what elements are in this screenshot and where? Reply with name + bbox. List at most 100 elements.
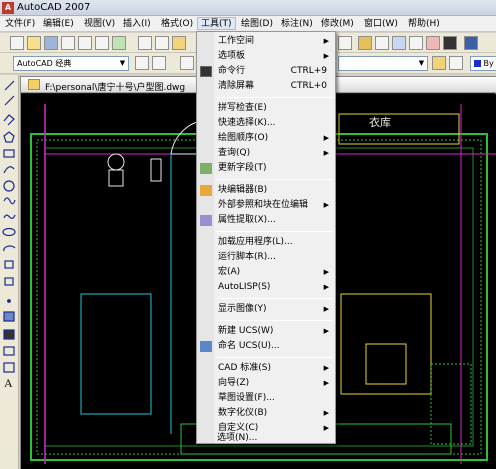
arc-icon	[3, 166, 15, 174]
open-icon[interactable]	[27, 36, 41, 50]
toilet-fixture	[107, 153, 125, 171]
workspace-save-icon[interactable]	[152, 56, 166, 70]
menu-item-label: 工作空间	[218, 36, 255, 46]
room-label: 衣库	[369, 116, 391, 129]
menu-item-label: 数字化仪(B)	[218, 408, 268, 418]
menu-item-options[interactable]: 选项(N)...	[196, 431, 334, 446]
menu-item-label: 更新字段(T)	[218, 163, 267, 173]
sheet-set-icon[interactable]	[409, 36, 423, 50]
make-block-icon	[4, 277, 14, 286]
menu-item-label: 草图设置(F)...	[218, 393, 275, 403]
layer-previous-icon[interactable]	[449, 56, 463, 70]
submenu-arrow-icon: ▶	[323, 327, 329, 335]
menu-item-label: 宏(A)	[218, 267, 241, 277]
menu-item-load-application[interactable]: 加载应用程序(L)...	[197, 235, 335, 250]
menu-separator	[217, 357, 333, 358]
update-fields-icon	[200, 163, 212, 174]
menu-item-command-line[interactable]: 命令行 CTRL+9	[197, 64, 335, 79]
menu-item-label: 清除屏幕	[218, 81, 255, 91]
menu-item-new-ucs[interactable]: 新建 UCS(W) ▶	[197, 324, 335, 339]
paste-icon[interactable]	[172, 36, 186, 50]
menu-item-update-fields[interactable]: 更新字段(T)	[197, 161, 335, 176]
draw-toolbar: A	[0, 75, 19, 469]
workspace-settings-icon[interactable]	[135, 56, 149, 70]
menu-item-workspaces[interactable]: 工作空间 ▶	[197, 34, 335, 49]
menu-tools[interactable]: 工具(T)	[197, 17, 236, 30]
menu-item-spelling[interactable]: 拼写检查(E)	[197, 101, 335, 116]
zoom-icon[interactable]	[338, 36, 352, 50]
tool-palettes-icon[interactable]	[392, 36, 406, 50]
menu-modify[interactable]: 修改(M)	[318, 18, 357, 31]
menu-separator	[217, 97, 333, 98]
workspace-combo[interactable]: AutoCAD 经典 ▼	[13, 56, 129, 71]
submenu-arrow-icon: ▶	[323, 201, 329, 209]
menu-item-label: AutoLISP(S)	[218, 282, 271, 292]
calculator-icon[interactable]	[443, 36, 457, 50]
menu-item-macro[interactable]: 宏(A) ▶	[197, 265, 335, 280]
menu-item-palettes[interactable]: 选项板 ▶	[197, 49, 335, 64]
menu-item-block-editor[interactable]: 块编辑器(B)	[197, 183, 335, 198]
save-icon[interactable]	[44, 36, 58, 50]
menu-window[interactable]: 窗口(W)	[361, 18, 401, 31]
submenu-arrow-icon: ▶	[323, 283, 329, 291]
menu-item-label: 显示图像(Y)	[218, 304, 267, 314]
submenu-arrow-icon: ▶	[323, 52, 329, 60]
menu-draw[interactable]: 绘图(D)	[238, 18, 276, 31]
submenu-arrow-icon: ▶	[323, 268, 329, 276]
menu-item-cad-standards[interactable]: CAD 标准(S) ▶	[197, 361, 335, 376]
layer-combo[interactable]: ▼	[338, 56, 428, 71]
menu-item-label: 外部参照和块在位编辑	[218, 200, 309, 210]
color-swatch	[474, 60, 481, 67]
menu-item-label: 查询(Q)	[218, 148, 251, 158]
menu-insert[interactable]: 插入(I)	[120, 18, 154, 31]
menu-item-draw-order[interactable]: 绘图顺序(O) ▶	[197, 131, 335, 146]
menu-item-attribute-extract[interactable]: 属性提取(X)...	[197, 213, 335, 228]
menu-edit[interactable]: 编辑(E)	[40, 18, 77, 31]
autocad-app-icon[interactable]: A	[2, 2, 14, 14]
make-current-layer-icon[interactable]	[432, 56, 446, 70]
rectangle-icon	[3, 149, 15, 158]
markup-icon[interactable]	[426, 36, 440, 50]
menu-file[interactable]: 文件(F)	[2, 18, 38, 31]
chevron-down-icon[interactable]: ▼	[118, 58, 127, 69]
menu-item-xref-edit[interactable]: 外部参照和块在位编辑 ▶	[197, 198, 335, 213]
chevron-down-icon[interactable]: ▼	[417, 58, 426, 69]
menu-help[interactable]: 帮助(H)	[405, 18, 443, 31]
menu-item-drafting-settings[interactable]: 草图设置(F)...	[197, 391, 335, 406]
table-icon	[3, 362, 15, 373]
new-icon[interactable]	[10, 36, 24, 50]
menu-item-wizards[interactable]: 向导(Z) ▶	[197, 376, 335, 391]
multiline-text-icon: A	[4, 376, 13, 390]
region-icon	[3, 346, 15, 356]
menu-item-inquiry[interactable]: 查询(Q) ▶	[197, 146, 335, 161]
publish-icon[interactable]	[95, 36, 109, 50]
menu-item-named-ucs[interactable]: 命名 UCS(U)...	[197, 339, 335, 354]
menu-item-display-image[interactable]: 显示图像(Y) ▶	[197, 302, 335, 317]
menu-item-quick-select[interactable]: 快速选择(K)...	[197, 116, 335, 131]
menu-item-autolisp[interactable]: AutoLISP(S) ▶	[197, 280, 335, 295]
plot-icon[interactable]	[61, 36, 75, 50]
plot-preview-icon[interactable]	[78, 36, 92, 50]
menu-format[interactable]: 格式(O)	[158, 18, 196, 31]
menu-item-label: 加载应用程序(L)...	[218, 237, 293, 247]
copy-icon[interactable]	[155, 36, 169, 50]
properties-icon[interactable]	[358, 36, 372, 50]
3d-dwf-icon[interactable]	[112, 36, 126, 50]
title-bar: A AutoCAD 2007	[0, 0, 496, 16]
submenu-arrow-icon: ▶	[323, 364, 329, 372]
cut-icon[interactable]	[138, 36, 152, 50]
menu-item-tablet[interactable]: 数字化仪(B) ▶	[197, 406, 335, 421]
layer-manager-icon[interactable]	[180, 56, 194, 70]
menu-separator	[217, 231, 333, 232]
gradient-icon	[3, 329, 15, 340]
design-center-icon[interactable]	[375, 36, 389, 50]
menu-dimension[interactable]: 标注(N)	[278, 18, 316, 31]
menu-item-label: 选项(N)...	[217, 433, 258, 443]
menu-item-clean-screen[interactable]: 清除屏幕 CTRL+0	[197, 79, 335, 94]
menu-separator	[217, 320, 333, 321]
menu-item-label: 向导(Z)	[218, 378, 250, 388]
help-icon[interactable]	[464, 36, 478, 50]
color-combo[interactable]: By	[470, 56, 496, 71]
menu-view[interactable]: 视图(V)	[81, 18, 118, 31]
menu-item-run-script[interactable]: 运行脚本(R)...	[197, 250, 335, 265]
